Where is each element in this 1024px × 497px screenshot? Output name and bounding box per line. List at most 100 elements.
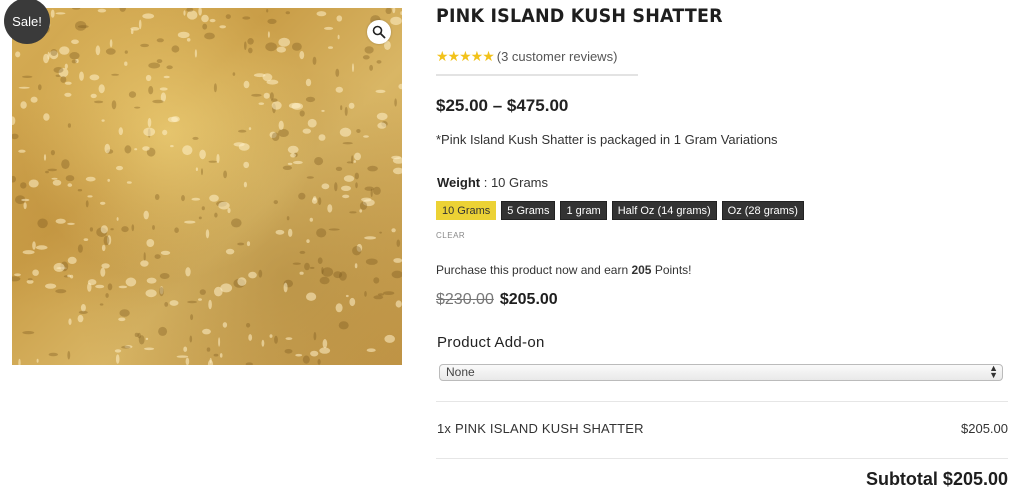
swatch-5-grams[interactable]: 5 Grams bbox=[501, 201, 556, 220]
texture-bubble bbox=[194, 49, 197, 58]
texture-bubble bbox=[23, 202, 27, 210]
zoom-button[interactable] bbox=[367, 20, 391, 44]
texture-bubble bbox=[191, 197, 201, 201]
texture-bubble bbox=[336, 15, 343, 22]
texture-bubble bbox=[15, 51, 21, 58]
texture-bubble bbox=[128, 91, 137, 98]
texture-bubble bbox=[364, 291, 367, 297]
texture-bubble bbox=[174, 227, 179, 233]
texture-bubble bbox=[119, 309, 130, 317]
texture-bubble bbox=[60, 76, 67, 83]
texture-bubble bbox=[124, 50, 128, 54]
texture-bubble bbox=[218, 201, 230, 210]
texture-bubble bbox=[43, 154, 47, 161]
texture-bubble bbox=[32, 269, 39, 276]
texture-bubble bbox=[50, 49, 58, 56]
texture-bubble bbox=[18, 149, 26, 153]
texture-bubble bbox=[52, 179, 62, 186]
texture-bubble bbox=[142, 13, 155, 19]
texture-bubble bbox=[64, 92, 72, 97]
texture-bubble bbox=[53, 67, 64, 73]
texture-bubble bbox=[232, 72, 236, 76]
texture-bubble bbox=[276, 46, 286, 53]
texture-bubble bbox=[392, 167, 402, 175]
texture-bubble bbox=[282, 165, 292, 170]
texture-bubble bbox=[392, 8, 396, 14]
texture-bubble bbox=[242, 16, 251, 20]
texture-bubble bbox=[159, 273, 170, 279]
texture-bubble bbox=[299, 110, 305, 117]
texture-bubble bbox=[198, 216, 202, 220]
texture-bubble bbox=[111, 100, 117, 110]
texture-bubble bbox=[87, 282, 92, 292]
texture-bubble bbox=[199, 149, 206, 160]
texture-bubble bbox=[146, 239, 155, 247]
texture-bubble bbox=[171, 116, 180, 123]
texture-bubble bbox=[258, 269, 263, 278]
product-image[interactable] bbox=[12, 8, 402, 365]
texture-bubble bbox=[204, 32, 215, 40]
texture-bubble bbox=[367, 165, 378, 172]
texture-bubble bbox=[311, 197, 318, 204]
texture-bubble bbox=[391, 228, 396, 233]
texture-bubble bbox=[322, 339, 328, 349]
texture-bubble bbox=[164, 302, 169, 307]
texture-bubble bbox=[192, 136, 199, 140]
texture-bubble bbox=[288, 228, 293, 237]
texture-bubble bbox=[189, 335, 193, 343]
variation-price: $230.00 $205.00 bbox=[436, 291, 558, 309]
texture-bubble bbox=[396, 239, 401, 247]
texture-bubble bbox=[116, 165, 123, 171]
texture-bubble bbox=[18, 86, 30, 89]
addon-select[interactable]: None ▲ ▼ bbox=[439, 364, 1003, 381]
texture-bubble bbox=[295, 353, 303, 357]
texture-bubble bbox=[37, 218, 48, 229]
clear-selection-link[interactable]: CLEAR bbox=[436, 231, 465, 240]
texture-bubble bbox=[202, 23, 208, 30]
texture-bubble bbox=[97, 8, 107, 13]
texture-bubble bbox=[98, 84, 105, 94]
texture-bubble bbox=[185, 357, 190, 365]
texture-bubble bbox=[145, 74, 152, 82]
texture-bubble bbox=[61, 159, 70, 170]
texture-bubble bbox=[362, 55, 370, 60]
texture-bubble bbox=[390, 16, 402, 26]
texture-bubble bbox=[245, 362, 253, 365]
texture-bubble bbox=[205, 229, 210, 239]
reviews-link[interactable]: (3 customer reviews) bbox=[497, 49, 618, 64]
texture-bubble bbox=[47, 168, 58, 172]
swatch-1-gram[interactable]: 1 gram bbox=[560, 201, 607, 220]
texture-bubble bbox=[148, 62, 161, 69]
texture-bubble bbox=[393, 258, 402, 263]
weight-label: Weight bbox=[437, 175, 481, 190]
texture-bubble bbox=[335, 68, 340, 77]
texture-bubble bbox=[349, 211, 357, 214]
texture-bubble bbox=[77, 244, 83, 253]
texture-bubble bbox=[225, 248, 235, 255]
texture-bubble bbox=[124, 145, 132, 154]
texture-bubble bbox=[352, 246, 362, 256]
swatch-10-grams[interactable]: 10 Grams bbox=[436, 201, 497, 220]
texture-bubble bbox=[328, 46, 333, 49]
texture-bubble bbox=[53, 262, 65, 272]
texture-bubble bbox=[156, 38, 164, 43]
texture-bubble bbox=[309, 266, 315, 269]
texture-bubble bbox=[290, 153, 296, 158]
texture-bubble bbox=[324, 26, 334, 30]
texture-bubble bbox=[238, 143, 250, 151]
texture-bubble bbox=[190, 314, 194, 321]
texture-bubble bbox=[306, 292, 317, 301]
texture-bubble bbox=[99, 303, 104, 306]
swatch-oz[interactable]: Oz (28 grams) bbox=[721, 201, 804, 220]
texture-bubble bbox=[267, 31, 270, 38]
swatch-half-oz[interactable]: Half Oz (14 grams) bbox=[611, 201, 717, 220]
texture-bubble bbox=[248, 47, 253, 54]
texture-bubble bbox=[35, 245, 48, 250]
texture-bubble bbox=[391, 155, 402, 160]
texture-bubble bbox=[237, 242, 245, 246]
texture-bubble bbox=[373, 186, 381, 195]
texture-bubble bbox=[222, 322, 228, 328]
texture-bubble bbox=[361, 197, 372, 202]
texture-bubble bbox=[366, 348, 376, 353]
texture-bubble bbox=[156, 59, 163, 64]
